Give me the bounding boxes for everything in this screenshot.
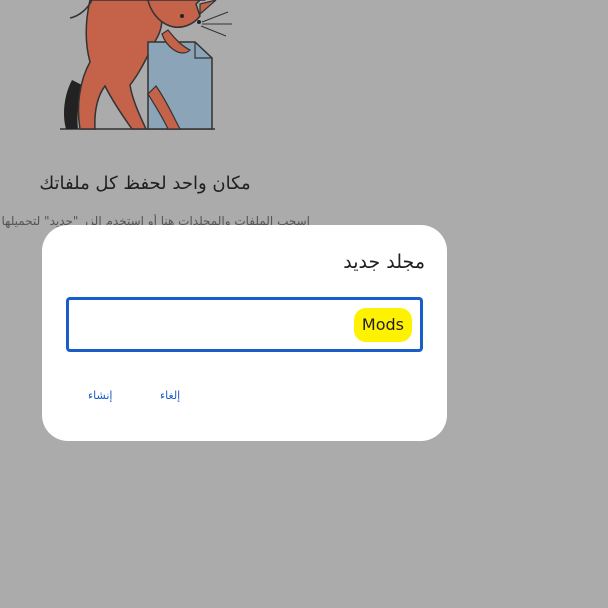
empty-state-title: مكان واحد لحفظ كل ملفاتك [39, 173, 251, 194]
cat-with-document-illustration [60, 0, 232, 130]
folder-name-value[interactable]: Mods [353, 308, 412, 342]
folder-name-input[interactable]: Mods [66, 297, 423, 352]
create-button[interactable]: إنشاء [84, 387, 116, 404]
dialog-title: مجلد جديد [343, 251, 425, 273]
cancel-button[interactable]: إلغاء [156, 387, 184, 404]
new-folder-dialog: مجلد جديد Mods إلغاء إنشاء [42, 225, 447, 441]
